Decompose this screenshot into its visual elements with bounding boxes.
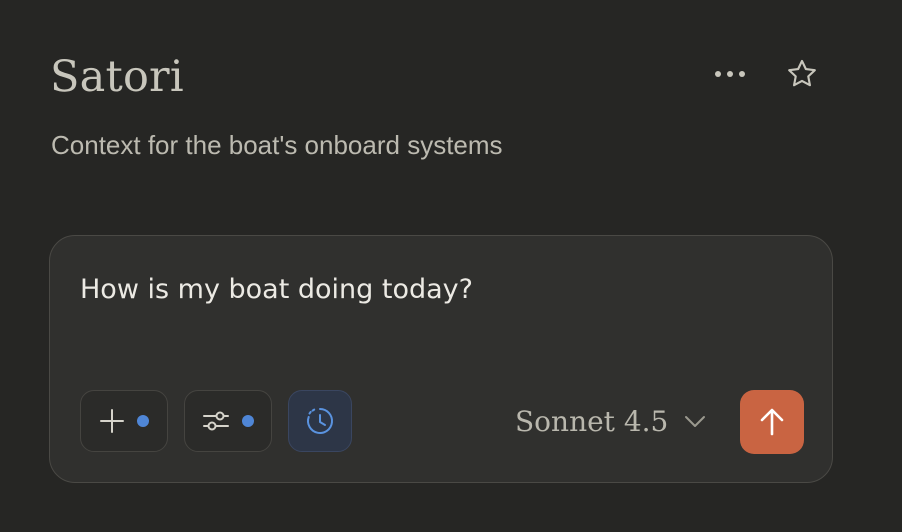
plus-icon	[100, 409, 124, 433]
more-horizontal-icon	[715, 71, 745, 77]
sliders-icon	[203, 411, 229, 431]
more-options-button[interactable]	[708, 52, 752, 96]
chat-composer: How is my boat doing today? Sonnet 4.5	[49, 235, 833, 483]
clock-icon	[307, 408, 334, 434]
chevron-down-icon	[685, 416, 706, 427]
model-label: Sonnet 4.5	[515, 404, 669, 438]
prompt-input[interactable]: How is my boat doing today?	[80, 272, 473, 308]
model-selector[interactable]: Sonnet 4.5	[515, 401, 706, 441]
research-button[interactable]	[288, 390, 352, 452]
star-button[interactable]	[780, 52, 824, 96]
send-button[interactable]	[740, 390, 804, 454]
indicator-dot	[242, 415, 254, 427]
arrow-up-icon	[760, 408, 784, 436]
tools-button[interactable]	[184, 390, 272, 452]
indicator-dot	[137, 415, 149, 427]
add-content-button[interactable]	[80, 390, 168, 452]
project-title: Satori	[50, 52, 184, 102]
star-icon	[788, 59, 816, 87]
project-description: Context for the boat's onboard systems	[51, 130, 503, 160]
